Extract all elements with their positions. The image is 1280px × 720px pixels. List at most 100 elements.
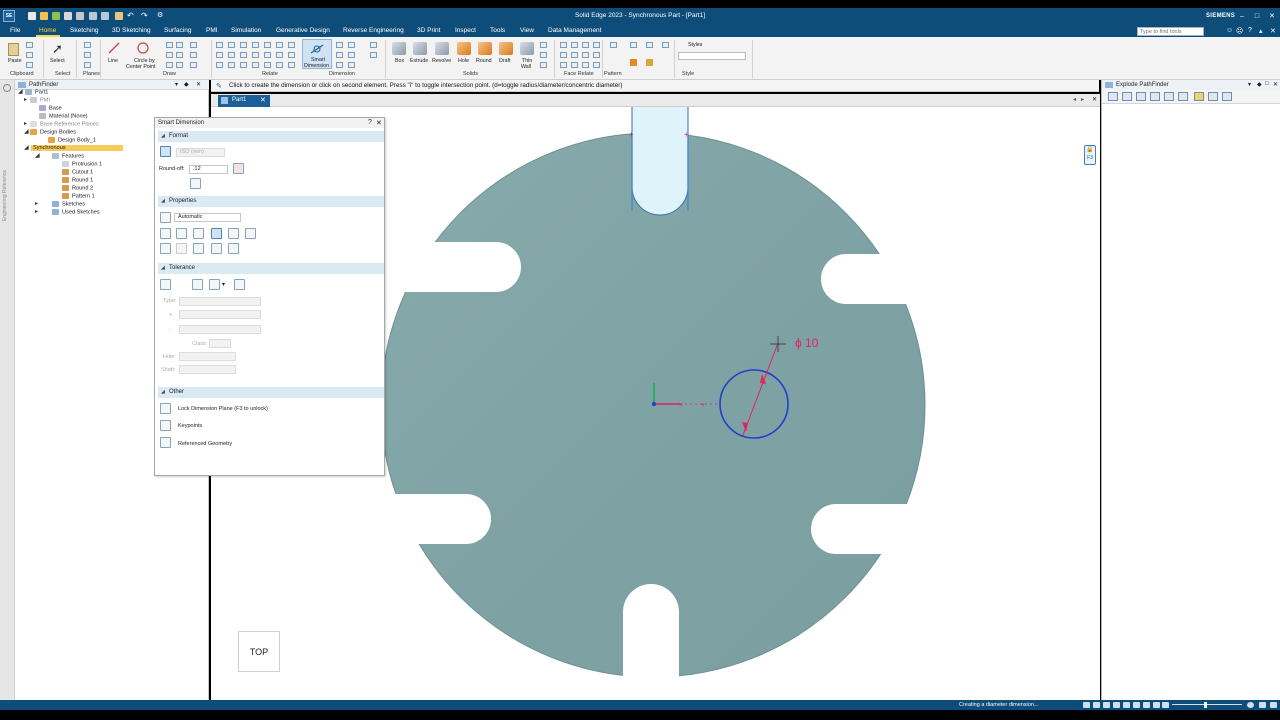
dimension-icon[interactable]	[348, 52, 355, 58]
copy-icon[interactable]	[26, 52, 33, 58]
expand-icon[interactable]: ▸	[24, 120, 27, 127]
draw-tool-icon[interactable]	[190, 52, 197, 58]
relate-icon[interactable]	[228, 62, 235, 68]
pin-icon[interactable]: ◆	[184, 81, 189, 88]
orientation-dropdown[interactable]: Automatic	[174, 213, 241, 222]
view-cube-top[interactable]: TOP	[238, 631, 280, 672]
tree-item-synchronous[interactable]: Synchronous	[31, 145, 123, 151]
tree-item-part1[interactable]: Part1	[25, 89, 48, 95]
relate-icon[interactable]	[216, 42, 223, 48]
relate-icon[interactable]	[252, 42, 259, 48]
dimension-icon[interactable]	[370, 52, 377, 58]
radius-dimension-icon[interactable]	[193, 243, 204, 254]
draw-tool-icon[interactable]	[190, 42, 197, 48]
diameter-dimension-icon[interactable]	[211, 228, 222, 239]
search-icon[interactable]: ⌕	[1196, 27, 1200, 35]
box-button[interactable]: Box	[395, 58, 404, 64]
solid-tool-icon[interactable]	[540, 52, 547, 58]
status-view-icon[interactable]	[1093, 702, 1100, 708]
zoom-slider-handle[interactable]	[1204, 702, 1207, 708]
tree-item-pmi[interactable]: PMI	[30, 97, 50, 103]
panel-options-icon[interactable]: ▾	[175, 81, 178, 88]
symmetric-diameter-icon[interactable]	[245, 228, 256, 239]
thin-wall-icon[interactable]	[520, 42, 534, 55]
tree-item-base-reference-planes[interactable]: Base Reference Planes	[30, 121, 99, 127]
keypoints-option[interactable]: Keypoints	[178, 423, 202, 429]
tab-3d-print[interactable]: 3D Print	[417, 27, 440, 34]
explode-tool-icon[interactable]	[1164, 92, 1174, 101]
tab-file[interactable]: File	[10, 27, 20, 34]
dimension-icon[interactable]	[336, 52, 343, 58]
tab-view[interactable]: View	[520, 27, 534, 34]
ribbon-close-icon[interactable]: ✕	[1270, 27, 1276, 35]
tab-pmi[interactable]: PMI	[206, 27, 218, 34]
engineering-reference-tab[interactable]: Engineering Reference	[2, 170, 8, 221]
dimension-icon[interactable]	[336, 42, 343, 48]
tree-item-protrusion-1[interactable]: Protrusion 1	[62, 161, 102, 167]
dimension-style-icon[interactable]	[160, 146, 171, 157]
face-relate-icon[interactable]	[593, 52, 600, 58]
circle-icon[interactable]	[136, 41, 150, 55]
select-arrow-icon[interactable]: ➚	[52, 41, 63, 57]
linear-dimension-icon[interactable]	[160, 228, 171, 239]
lower-tolerance-field[interactable]	[179, 325, 261, 334]
face-relate-icon[interactable]	[582, 52, 589, 58]
pattern-icon[interactable]	[662, 42, 669, 48]
chamfer-dimension-icon[interactable]	[160, 243, 171, 254]
tolerance-type-dropdown[interactable]	[179, 297, 261, 306]
face-relate-icon[interactable]	[571, 52, 578, 58]
tab-home[interactable]: Home	[39, 27, 56, 34]
pattern-icon[interactable]	[610, 42, 617, 48]
status-view-icon[interactable]	[1162, 702, 1169, 708]
solid-tool-icon[interactable]	[540, 62, 547, 68]
roundoff-dropdown[interactable]: .12	[189, 165, 228, 174]
arc-length-icon[interactable]	[176, 243, 187, 254]
cut-icon[interactable]	[26, 42, 33, 48]
close-document-icon[interactable]: ✕	[1092, 96, 1097, 103]
draw-tool-icon[interactable]	[190, 62, 197, 68]
tab-scroll-right-icon[interactable]: ▸	[1081, 96, 1084, 103]
relate-icon[interactable]	[252, 52, 259, 58]
collapse-icon[interactable]: ◢	[24, 144, 29, 151]
tab-tools[interactable]: Tools	[490, 27, 505, 34]
explode-tool-icon[interactable]	[1194, 92, 1204, 101]
round-icon[interactable]	[478, 42, 492, 55]
coordinate-dimension-icon[interactable]	[193, 228, 204, 239]
status-view-icon[interactable]	[1103, 702, 1110, 708]
expand-icon[interactable]: ▸	[35, 208, 38, 215]
relate-icon[interactable]	[264, 52, 271, 58]
explode-tool-icon[interactable]	[1136, 92, 1146, 101]
plane-icon[interactable]	[84, 42, 91, 48]
face-relate-icon[interactable]	[571, 62, 578, 68]
face-relate-icon[interactable]	[582, 62, 589, 68]
relate-icon[interactable]	[264, 62, 271, 68]
tab-simulation[interactable]: Simulation	[231, 27, 261, 34]
line-icon[interactable]	[107, 41, 121, 55]
explode-tool-icon[interactable]	[1208, 92, 1218, 101]
slot-highlight[interactable]	[631, 107, 689, 216]
select-button[interactable]: Select	[50, 58, 65, 64]
relate-icon[interactable]	[216, 52, 223, 58]
shaft-dropdown[interactable]	[179, 365, 236, 374]
box-icon[interactable]	[392, 42, 406, 55]
face-relate-icon[interactable]	[582, 42, 589, 48]
tab-3d-sketching[interactable]: 3D Sketching	[112, 27, 151, 34]
relate-icon[interactable]	[264, 42, 271, 48]
relate-icon[interactable]	[276, 42, 283, 48]
tolerance-dropdown-icon[interactable]: ▾	[222, 281, 225, 288]
tree-item-base[interactable]: Base	[39, 105, 62, 111]
arc-icon[interactable]	[166, 52, 173, 58]
tree-item-design-bodies[interactable]: Design Bodies	[30, 129, 76, 135]
status-view-icon[interactable]	[1083, 702, 1090, 708]
maximize-button[interactable]: □	[1251, 11, 1263, 22]
format-painter-icon[interactable]	[26, 62, 33, 68]
units-dropdown[interactable]: ISO (mm)	[176, 148, 225, 157]
tree-item-round-2[interactable]: Round 2	[62, 185, 93, 191]
circle-button-line2[interactable]: Center Point	[126, 64, 155, 70]
relate-icon[interactable]	[288, 62, 295, 68]
dialog-close-icon[interactable]: ✕	[376, 119, 382, 127]
tab-close-icon[interactable]: ✕	[260, 95, 266, 106]
tree-item-sketches[interactable]: Sketches	[52, 201, 85, 207]
status-view-icon[interactable]	[1143, 702, 1150, 708]
tab-data-management[interactable]: Data Management	[548, 27, 601, 34]
